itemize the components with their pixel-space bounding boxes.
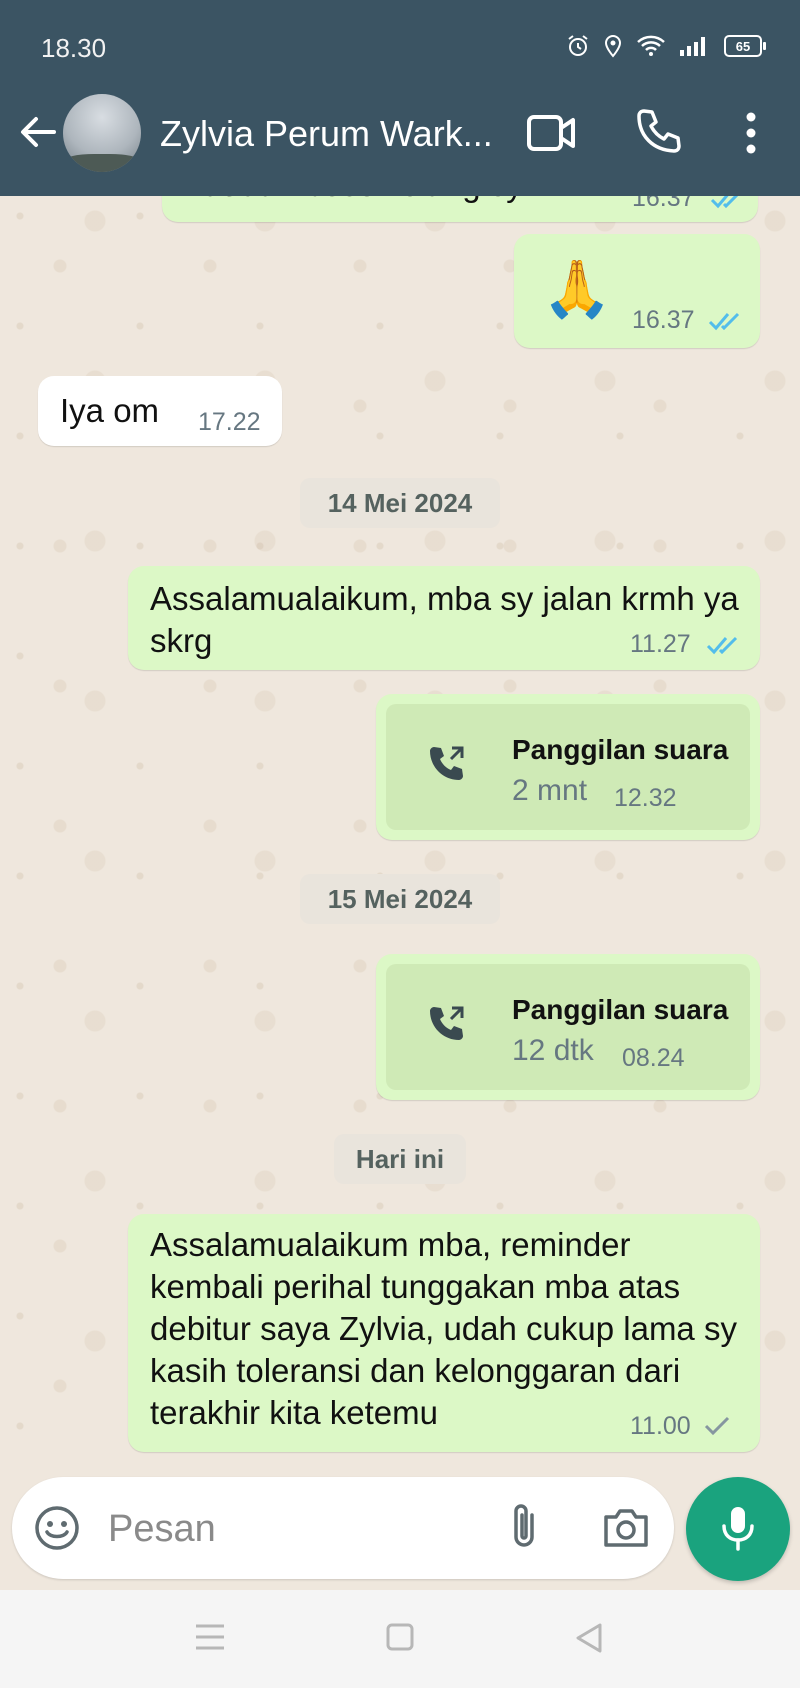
voice-call-message[interactable]: Panggilan suara 12 dtk 08.24 xyxy=(376,954,760,1100)
contact-name[interactable]: Zylvia Perum Wark... xyxy=(160,113,493,155)
read-receipt-icon xyxy=(710,196,739,209)
message-time: 12.32 xyxy=(614,784,677,812)
app-bar: 18.30 65 Zylvia Perum Wark... xyxy=(0,0,800,196)
date-separator: Hari ini xyxy=(334,1134,466,1184)
sent-tick-icon xyxy=(704,1416,730,1436)
date-separator: 15 Mei 2024 xyxy=(300,874,500,924)
message-time: 11.27 xyxy=(630,630,691,658)
date-separator: 14 Mei 2024 xyxy=(300,478,500,528)
location-icon xyxy=(604,34,622,58)
contact-avatar[interactable] xyxy=(63,94,141,172)
recent-apps-icon[interactable] xyxy=(194,1622,226,1652)
message-bubble-outgoing[interactable]: Assalamualaikum, mba sy jalan krmh ya sk… xyxy=(128,566,760,670)
system-nav-bar xyxy=(0,1590,800,1688)
call-card: Panggilan suara 2 mnt 12.32 xyxy=(386,704,750,830)
message-bubble-outgoing[interactable]: 🙏 16.37 xyxy=(514,234,760,348)
home-icon[interactable] xyxy=(385,1622,415,1652)
message-text: Yaudah besok siang sy krmh xyxy=(184,196,605,204)
back-nav-icon[interactable] xyxy=(574,1622,604,1654)
message-time: 11.00 xyxy=(630,1412,691,1440)
signal-icon xyxy=(680,37,705,56)
microphone-button[interactable] xyxy=(686,1477,790,1581)
voice-call-message[interactable]: Panggilan suara 2 mnt 12.32 xyxy=(376,694,760,840)
emoji-icon[interactable] xyxy=(34,1505,80,1551)
outgoing-call-icon xyxy=(430,746,464,780)
battery-indicator: 65 xyxy=(724,35,766,57)
read-receipt-icon xyxy=(706,636,738,655)
call-duration: 2 mnt xyxy=(512,774,588,807)
message-bubble-outgoing[interactable]: Yaudah besok siang sy krmh 16.37 xyxy=(162,196,758,222)
call-card: Panggilan suara 12 dtk 08.24 xyxy=(386,964,750,1090)
message-time: 16.37 xyxy=(632,306,695,334)
camera-icon[interactable] xyxy=(602,1505,650,1549)
call-duration: 12 dtk xyxy=(512,1034,594,1067)
read-receipt-icon xyxy=(708,312,740,331)
message-composer xyxy=(12,1477,674,1579)
message-time: 08.24 xyxy=(622,1044,685,1072)
message-text: Iya om xyxy=(60,392,160,429)
message-bubble-incoming[interactable]: Iya om 17.22 xyxy=(38,376,282,446)
message-input[interactable] xyxy=(106,1499,490,1559)
emoji-sticker: 🙏 xyxy=(542,257,612,320)
back-arrow-icon[interactable] xyxy=(16,110,60,154)
microphone-icon xyxy=(722,1507,754,1551)
status-icons: 65 xyxy=(566,34,766,58)
paperclip-icon[interactable] xyxy=(506,1501,542,1553)
wifi-icon xyxy=(637,35,665,56)
alarm-icon xyxy=(568,35,588,56)
status-time: 18.30 xyxy=(41,33,107,63)
message-text: Assalamualaikum mba, reminder kembali pe… xyxy=(150,1226,737,1431)
outgoing-call-icon xyxy=(430,1006,464,1040)
more-vertical-icon[interactable] xyxy=(736,110,766,156)
call-title: Panggilan suara xyxy=(512,994,729,1025)
message-time: 17.22 xyxy=(198,408,261,436)
video-call-icon[interactable] xyxy=(526,112,576,154)
chat-area[interactable]: Yaudah besok siang sy krmh 16.37 🙏 16.37… xyxy=(0,196,800,1482)
phone-icon[interactable] xyxy=(634,107,682,155)
call-title: Panggilan suara xyxy=(512,734,729,765)
message-time: 16.37 xyxy=(632,196,695,212)
message-bubble-outgoing[interactable]: Assalamualaikum mba, reminder kembali pe… xyxy=(128,1214,760,1452)
